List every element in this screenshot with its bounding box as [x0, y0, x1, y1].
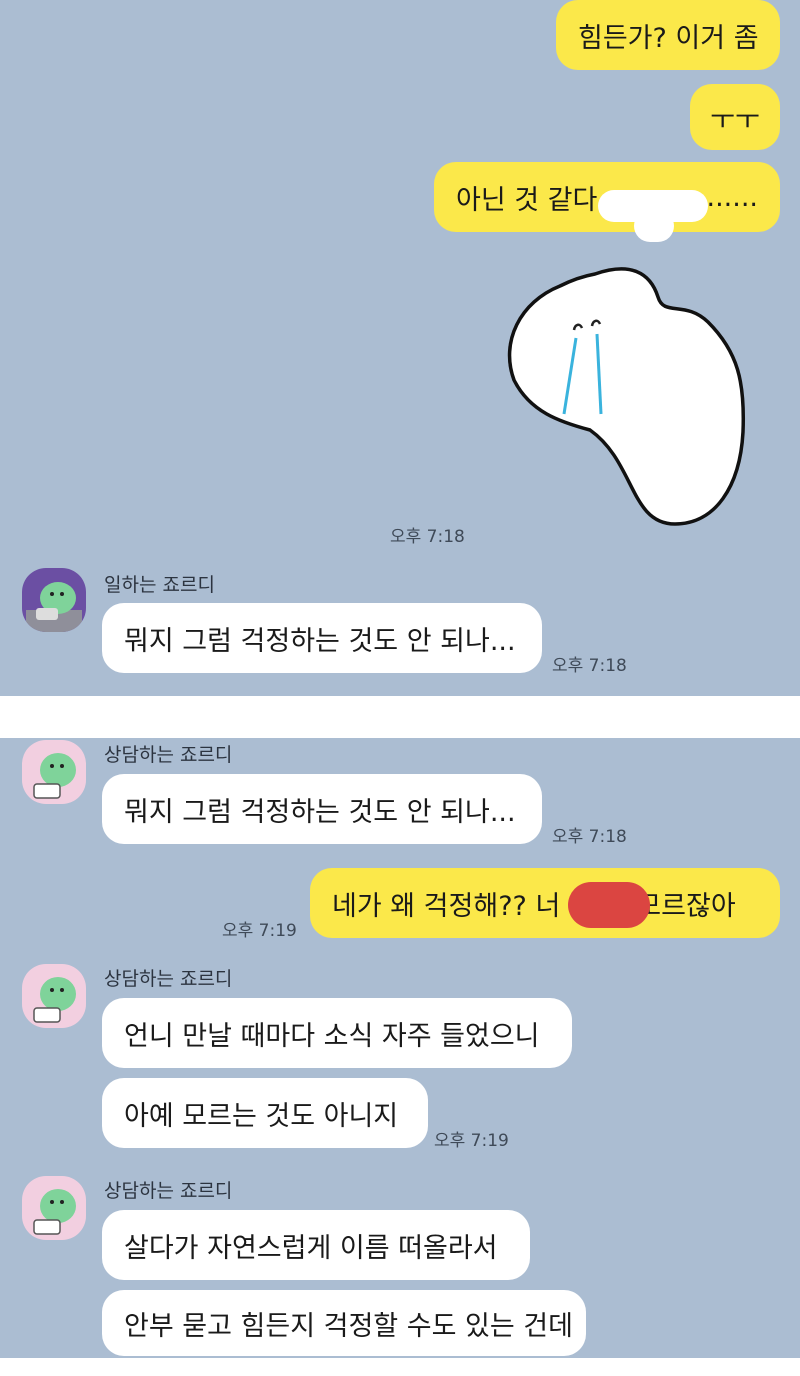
message-text: 힘든가? 이거 좀: [578, 22, 759, 54]
message-text: ㅜㅜ: [710, 104, 760, 136]
message-text: 뭐지 그럼 걱정하는 것도 안 되나...: [124, 796, 516, 828]
sender-name: 일하는 죠르디: [104, 574, 215, 596]
crying-blob-sticker-icon[interactable]: [500, 262, 750, 532]
message-text: 모르잖아: [636, 890, 736, 922]
their-message-bubble[interactable]: 뭐지 그럼 걱정하는 것도 안 되나...: [102, 603, 542, 673]
message-text: 살다가 자연스럽게 이름 떠올라서: [124, 1232, 498, 1264]
message-time: 오후 7:18: [552, 656, 627, 676]
redaction-mark: [634, 210, 674, 242]
my-message-bubble[interactable]: 힘든가? 이거 좀: [556, 0, 780, 70]
message-text: 네가 왜 걱정해?? 너: [332, 890, 561, 922]
chat-panel-bottom: 상담하는 죠르디 뭐지 그럼 걱정하는 것도 안 되나... 오후 7:18 오…: [0, 738, 800, 1358]
message-time: 오후 7:19: [222, 921, 297, 941]
message-time: 오후 7:19: [434, 1131, 509, 1151]
message-time: 오후 7:18: [552, 827, 627, 847]
sender-name: 상담하는 죠르디: [104, 1180, 233, 1202]
their-message-bubble[interactable]: 뭐지 그럼 걱정하는 것도 안 되나...: [102, 774, 542, 844]
message-text: 언니 만날 때마다 소식 자주 들었으니: [124, 1020, 540, 1052]
sender-name: 상담하는 죠르디: [104, 968, 233, 990]
their-message-bubble[interactable]: 언니 만날 때마다 소식 자주 들었으니: [102, 998, 572, 1068]
their-message-bubble[interactable]: 아예 모르는 것도 아니지: [102, 1078, 428, 1148]
message-text: 안부 묻고 힘든지 걱정할 수도 있는 건데: [124, 1310, 573, 1342]
jordy-counseling-avatar-icon[interactable]: [22, 964, 86, 1028]
message-time: 오후 7:18: [390, 527, 465, 547]
redaction-mark: [568, 882, 650, 928]
my-message-bubble[interactable]: 네가 왜 걱정해?? 너 모르잖아: [310, 868, 780, 938]
sender-name: 상담하는 죠르디: [104, 744, 233, 766]
message-text: 아예 모르는 것도 아니지: [124, 1100, 399, 1132]
message-text: 뭐지 그럼 걱정하는 것도 안 되나...: [124, 625, 516, 657]
jordy-counseling-avatar-icon[interactable]: [22, 740, 86, 804]
jordy-working-avatar-icon[interactable]: [22, 568, 86, 632]
message-text: 아닌 것 같다: [456, 184, 598, 216]
my-message-bubble[interactable]: ㅜㅜ: [690, 84, 780, 150]
their-message-bubble[interactable]: 안부 묻고 힘든지 걱정할 수도 있는 건데: [102, 1290, 586, 1356]
jordy-counseling-avatar-icon[interactable]: [22, 1176, 86, 1240]
chat-panel-top: 힘든가? 이거 좀 ㅜㅜ 아닌 것 같다 ....... 오후 7:18 일하는…: [0, 0, 800, 696]
their-message-bubble[interactable]: 살다가 자연스럽게 이름 떠올라서: [102, 1210, 530, 1280]
